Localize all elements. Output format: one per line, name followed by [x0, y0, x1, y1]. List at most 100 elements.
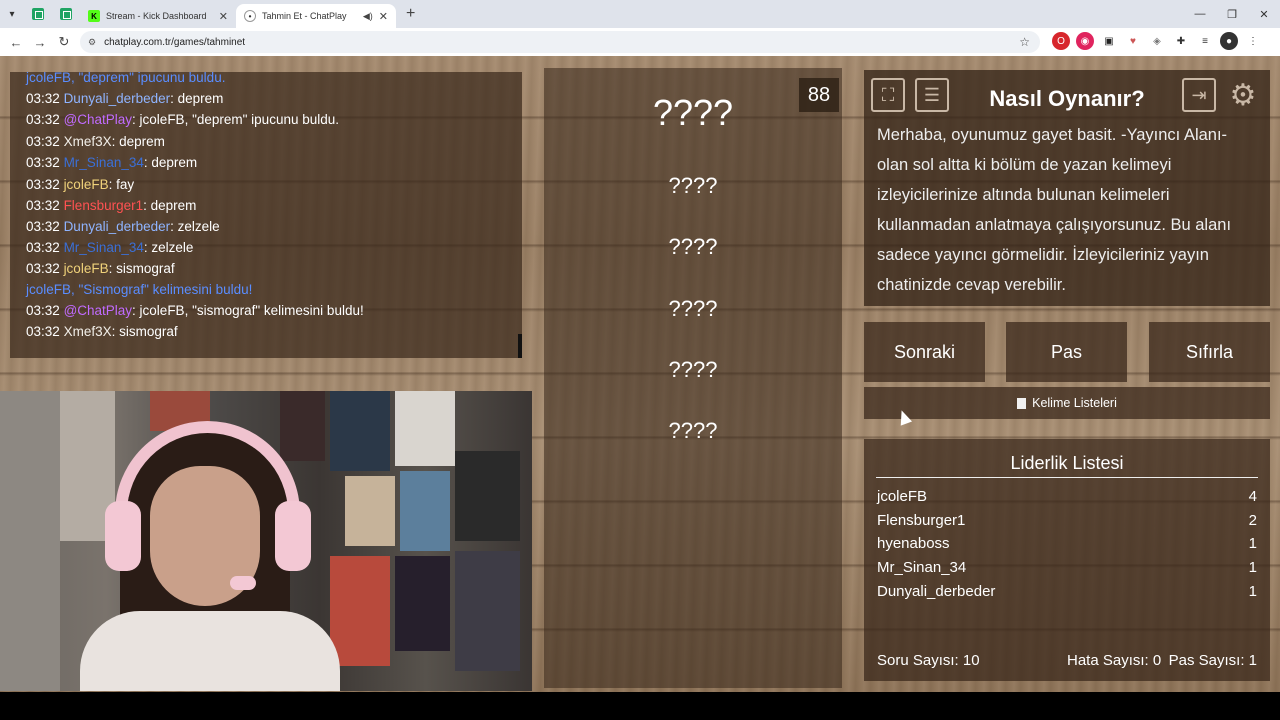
player-score: 2	[1248, 512, 1257, 529]
leaderboard-row: Dunyali_derbeder 1	[877, 583, 1257, 600]
pass-button[interactable]: Pas	[1006, 322, 1127, 382]
chat-timestamp: 03:32	[26, 261, 60, 276]
tab-tahmin-et[interactable]: • Tahmin Et - ChatPlay ◀) ✕	[236, 4, 396, 28]
chat-message: : zelzele	[143, 240, 194, 255]
reload-icon[interactable]: ↻	[52, 30, 76, 54]
leaderboard-panel: Liderlik Listesi jcoleFB 4 Flensburger1 …	[864, 439, 1270, 681]
extension-icon[interactable]: ◉	[1076, 32, 1094, 50]
headset-cup	[275, 501, 311, 571]
webcam-feed	[0, 391, 532, 691]
chat-timestamp: 03:32	[26, 177, 60, 192]
chat-username[interactable]: Dunyali_derbeder	[64, 219, 171, 234]
chat-message: : deprem	[111, 134, 165, 149]
chat-line: 03:32 Dunyali_derbeder: deprem	[26, 91, 223, 106]
next-button[interactable]: Sonraki	[864, 322, 985, 382]
chat-system-message: jcoleFB	[26, 72, 72, 85]
pinned-tab-sheets-1[interactable]	[24, 2, 52, 26]
chat-line: 03:32 @ChatPlay: jcoleFB, "sismograf" ke…	[26, 303, 364, 318]
chat-line: 03:32 @ChatPlay: jcoleFB, "deprem" ipucu…	[26, 112, 339, 127]
chat-panel: jcoleFB, "deprem" ipucunu buldu. 03:32 Du…	[10, 72, 522, 358]
bottom-bar	[0, 692, 1280, 720]
chat-username[interactable]: Mr_Sinan_34	[64, 240, 144, 255]
chat-username[interactable]: Xmef3X	[64, 324, 112, 339]
chat-message: , "deprem" ipucunu buldu.	[71, 72, 226, 85]
chat-line: jcoleFB, "Sismograf" kelimesini buldu!	[26, 282, 252, 297]
error-count: Hata Sayısı: 0	[1067, 652, 1162, 669]
player-name: jcoleFB	[877, 488, 928, 505]
chat-line: 03:32 Xmef3X: sismograf	[26, 324, 178, 339]
player-name: Dunyali_derbeder	[877, 583, 996, 600]
chat-timestamp: 03:32	[26, 91, 60, 106]
chat-line: 03:32 Mr_Sinan_34: zelzele	[26, 240, 193, 255]
how-to-play-title: Nasıl Oynanır?	[989, 86, 1145, 111]
minimize-icon[interactable]: —	[1184, 0, 1216, 28]
wall-poster	[0, 391, 60, 691]
shield-icon[interactable]: ◈	[1148, 32, 1166, 50]
word-lists-button[interactable]: Kelime Listeleri	[864, 387, 1270, 419]
leaderboard-row: hyenaboss 1	[877, 535, 1257, 552]
close-window-icon[interactable]: ✕	[1248, 0, 1280, 28]
chat-timestamp: 03:32	[26, 198, 60, 213]
tab-title: Tahmin Et - ChatPlay	[262, 11, 347, 21]
tab-search-icon[interactable]: ▾	[0, 0, 24, 28]
headset-band	[115, 421, 300, 541]
wall-poster	[280, 391, 325, 461]
profile-avatar[interactable]: ●	[1220, 32, 1238, 50]
sheets-icon	[60, 8, 72, 20]
chat-scrollbar[interactable]	[518, 334, 522, 358]
how-to-play-text: Merhaba, oyunumuz gayet basit. -Yayıncı …	[877, 126, 1232, 294]
chat-message: : deprem	[143, 198, 197, 213]
chat-timestamp: 03:32	[26, 303, 60, 318]
browser-toolbar: ← → ↻ ⚙ chatplay.com.tr/games/tahminet ☆…	[0, 28, 1280, 56]
opera-extension-icon[interactable]: O	[1052, 32, 1070, 50]
chat-message: : fay	[108, 177, 135, 192]
pinned-tab-sheets-2[interactable]	[52, 2, 80, 26]
chat-timestamp: 03:32	[26, 240, 60, 255]
new-tab-button[interactable]: +	[406, 5, 415, 23]
wall-poster	[330, 391, 390, 471]
back-icon[interactable]: ←	[4, 30, 28, 54]
player-name: Flensburger1	[877, 512, 966, 529]
wall-poster	[455, 551, 520, 671]
forward-icon[interactable]: →	[28, 30, 52, 54]
bookmark-star-icon[interactable]: ☆	[1019, 35, 1030, 49]
chat-timestamp: 03:32	[26, 219, 60, 234]
tab-kick-dashboard[interactable]: K Stream - Kick Dashboard ✕	[80, 4, 236, 28]
hint-word: ????	[668, 418, 718, 443]
menu-kebab-icon[interactable]: ⋮	[1244, 32, 1262, 50]
site-info-icon[interactable]: ⚙	[88, 37, 96, 48]
reset-button[interactable]: Sıfırla	[1149, 322, 1270, 382]
extensions-puzzle-icon[interactable]: ✚	[1172, 32, 1190, 50]
player-score: 4	[1248, 488, 1257, 505]
chat-message: : zelzele	[170, 219, 220, 234]
wall-poster	[345, 476, 395, 546]
restore-icon[interactable]: ❐	[1216, 0, 1248, 28]
player-name: hyenaboss	[877, 535, 950, 552]
extension-icon[interactable]: ♥	[1124, 32, 1142, 50]
word-panel: 88 ???? ???? ???? ???? ???? ????	[544, 68, 842, 688]
chat-username[interactable]: @ChatPlay	[64, 303, 132, 318]
close-tab-icon[interactable]: ✕	[219, 10, 228, 23]
chat-username[interactable]: Dunyali_derbeder	[64, 91, 171, 106]
chat-username[interactable]: jcoleFB	[64, 261, 109, 276]
chat-message: : sismograf	[108, 261, 175, 276]
close-tab-icon[interactable]: ✕	[379, 10, 388, 23]
chat-message: : sismograf	[111, 324, 178, 339]
player-score: 1	[1248, 583, 1257, 600]
address-bar[interactable]: ⚙ chatplay.com.tr/games/tahminet ☆	[80, 31, 1040, 53]
chat-username[interactable]: Xmef3X	[64, 134, 112, 149]
url-text: chatplay.com.tr/games/tahminet	[104, 36, 246, 48]
tab-title: Stream - Kick Dashboard	[106, 11, 207, 21]
wall-poster	[330, 556, 390, 666]
pass-count: Pas Sayısı: 1	[1168, 652, 1257, 669]
extensions-bar: O ◉ ▣ ♥ ◈ ✚ ≡ ● ⋮	[1052, 32, 1262, 50]
chat-username[interactable]: Flensburger1	[64, 198, 144, 213]
chat-username[interactable]: jcoleFB	[64, 177, 109, 192]
reading-list-icon[interactable]: ≡	[1196, 32, 1214, 50]
leaderboard-title: Liderlik Listesi	[1010, 453, 1124, 473]
extension-icon[interactable]: ▣	[1100, 32, 1118, 50]
chat-username[interactable]: Mr_Sinan_34	[64, 155, 144, 170]
chat-username[interactable]: @ChatPlay	[64, 112, 132, 127]
audio-icon[interactable]: ◀)	[363, 11, 373, 22]
chat-line: 03:32 Flensburger1: deprem	[26, 198, 196, 213]
